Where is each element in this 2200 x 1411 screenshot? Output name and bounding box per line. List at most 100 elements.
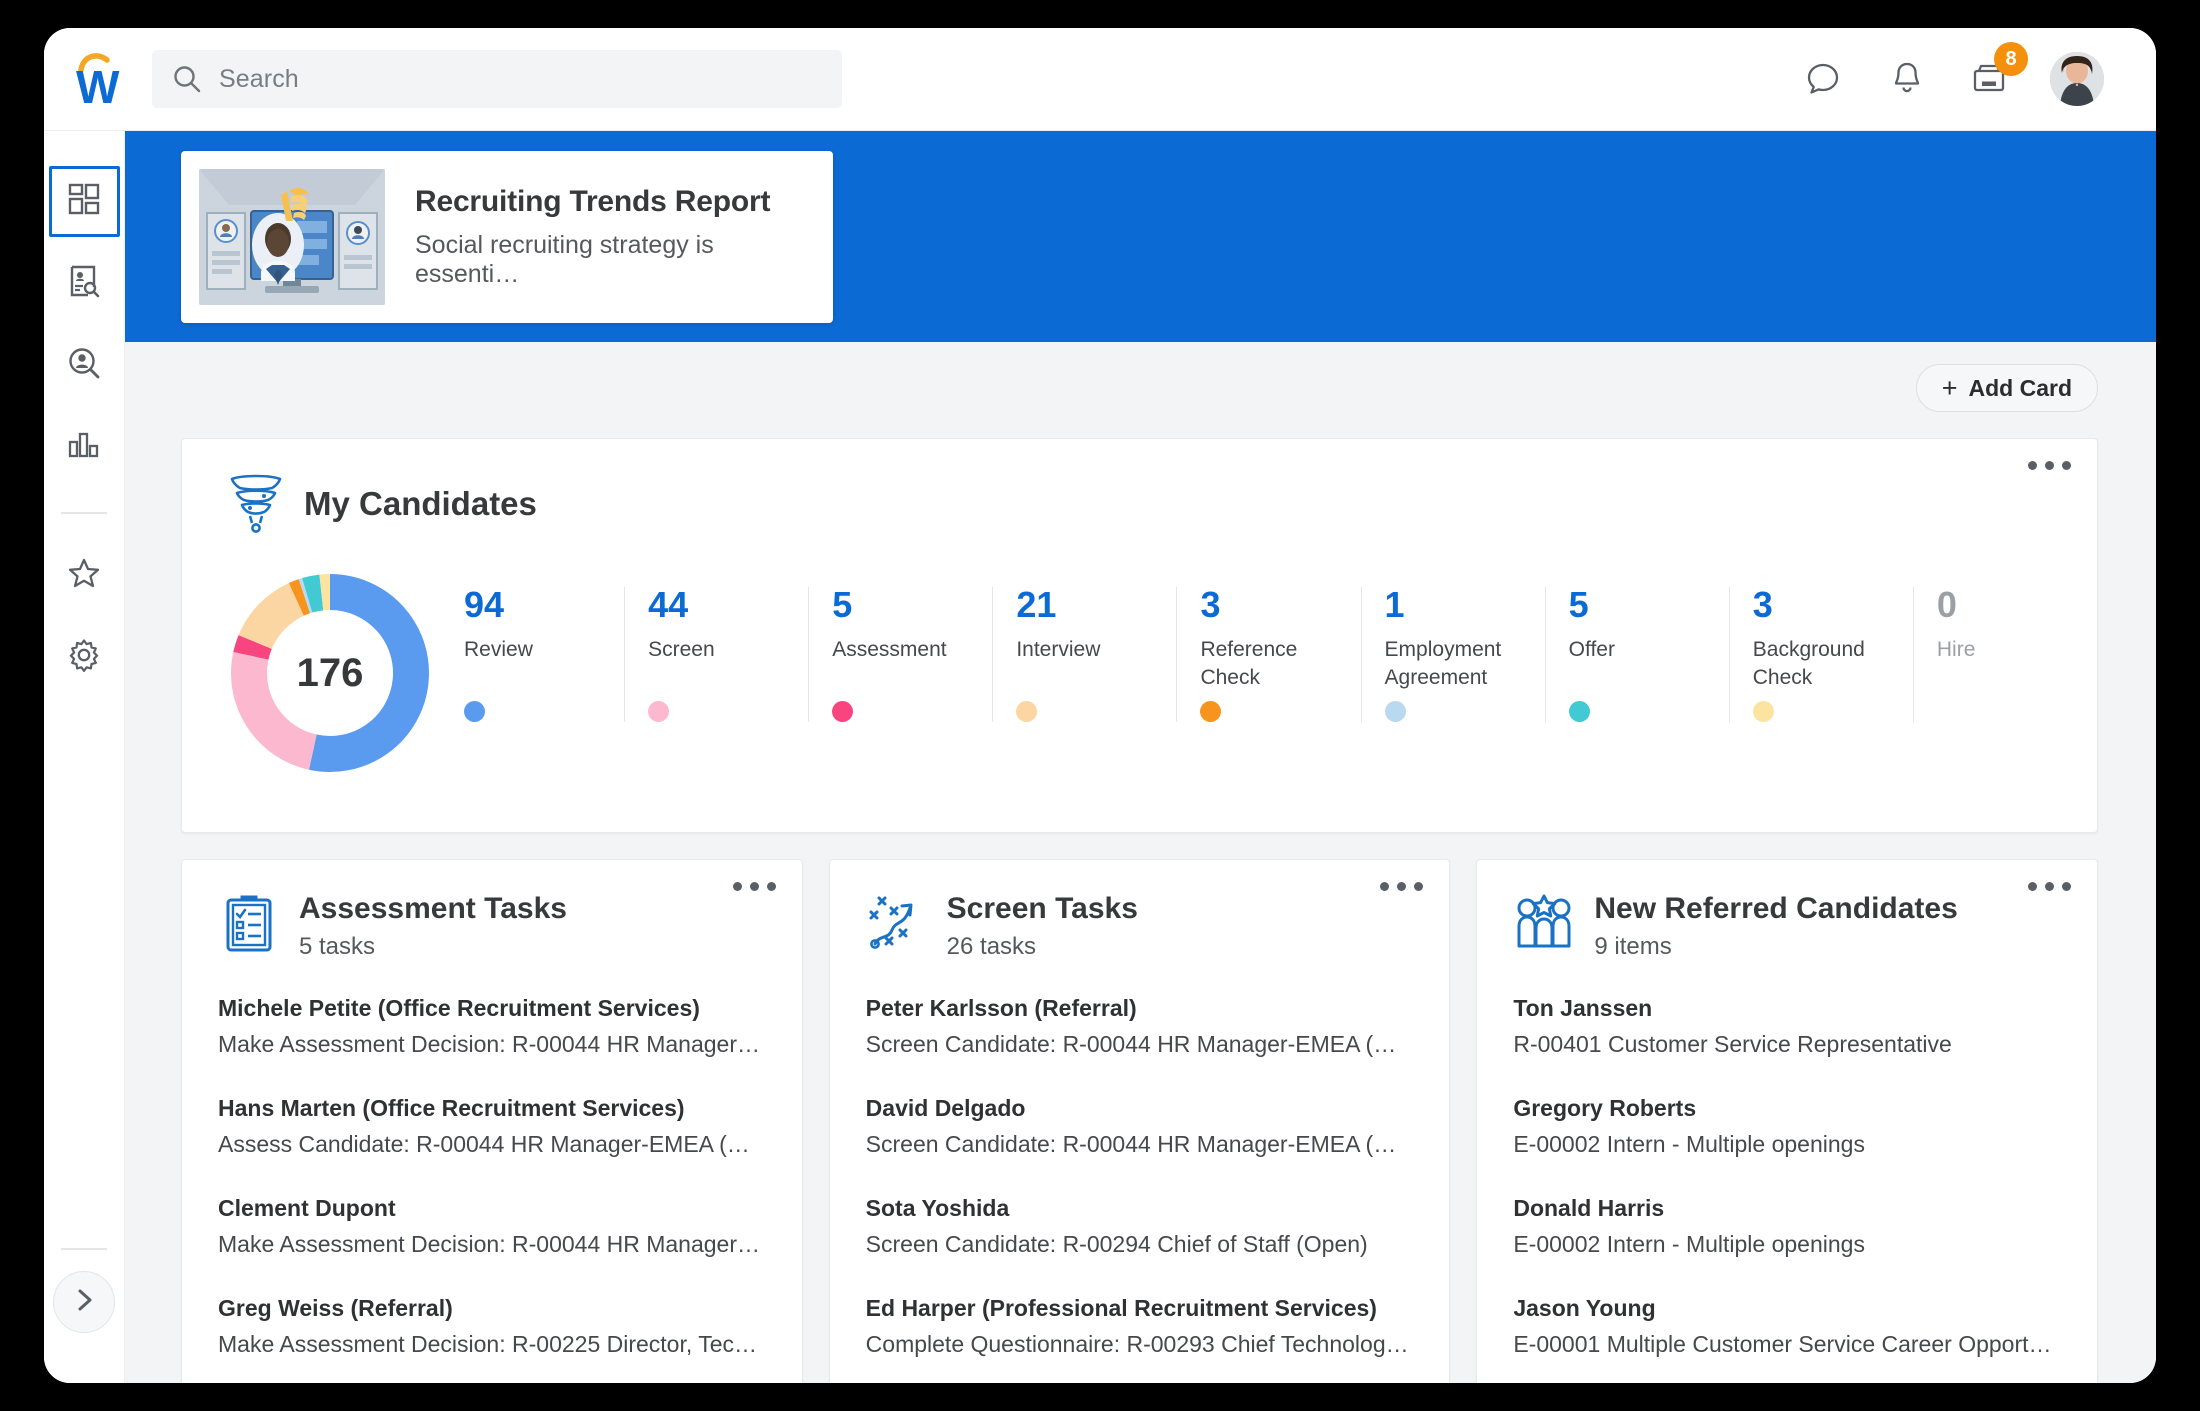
- card-title-block: New Referred Candidates9 items: [1594, 892, 1957, 961]
- chat-icon[interactable]: [1804, 58, 1846, 100]
- plus-icon: +: [1942, 375, 1958, 402]
- sidebar-item-settings[interactable]: [49, 622, 120, 693]
- my-candidates-menu-button[interactable]: [2028, 461, 2071, 470]
- stage-color-dot: [1200, 701, 1221, 722]
- hero-banner: Recruiting Trends Report Social recruiti…: [125, 131, 2156, 342]
- list-item-name: Sota Yoshida: [866, 1195, 1414, 1222]
- stage-stat-reference-check[interactable]: 3Reference Check: [1176, 587, 1360, 722]
- stage-stat-offer[interactable]: 5 Offer: [1545, 587, 1729, 722]
- inbox-icon[interactable]: 8: [1968, 58, 2010, 100]
- stage-label: Review: [464, 636, 612, 664]
- stage-label: Offer: [1569, 636, 1717, 664]
- list-item-description: Assess Candidate: R-00044 HR Manager-EME…: [218, 1131, 766, 1158]
- stage-color-dot: [1016, 701, 1037, 722]
- list-item-name: Greg Weiss (Referral): [218, 1295, 766, 1322]
- recruiting-video-thumbnail[interactable]: [199, 169, 385, 305]
- card-list: Peter Karlsson (Referral) Screen Candidat…: [866, 995, 1414, 1383]
- card-list: Michele Petite (Office Recruitment Servi…: [218, 995, 766, 1383]
- stage-count: 5: [832, 587, 980, 623]
- strategy-playbook-icon: [866, 892, 928, 954]
- list-item-name: Peter Karlsson (Referral): [866, 995, 1414, 1022]
- add-card-row: + Add Card: [125, 342, 2156, 412]
- stage-stat-employment-agreement[interactable]: 1Employment Agreement: [1361, 587, 1545, 722]
- bar-chart-icon: [67, 428, 101, 467]
- list-item-name: Ed Harper (Professional Recruitment Serv…: [866, 1295, 1414, 1322]
- card-menu-button[interactable]: [2028, 882, 2071, 891]
- stage-stat-review[interactable]: 94Review: [464, 587, 624, 722]
- star-icon: [67, 556, 101, 595]
- card-menu-button[interactable]: [1380, 882, 1423, 891]
- stage-label: Hire: [1937, 636, 2085, 664]
- expand-sidebar-button[interactable]: [53, 1271, 115, 1333]
- referral-people-icon: [1513, 892, 1575, 954]
- card-item-count: 5 tasks: [299, 933, 567, 961]
- avatar[interactable]: [2050, 52, 2104, 106]
- add-card-label: Add Card: [1969, 375, 2073, 402]
- list-item[interactable]: Ed Harper (Professional Recruitment Serv…: [866, 1295, 1414, 1358]
- list-item[interactable]: Michele Petite (Office Recruitment Servi…: [218, 995, 766, 1058]
- dashboard-card-new-referred-candidates: New Referred Candidates9 items Ton Jansse…: [1476, 859, 2098, 1383]
- list-item-description: Make Assessment Decision: R-00044 HR Man…: [218, 1231, 766, 1258]
- workday-logo-icon[interactable]: W: [44, 50, 152, 108]
- search-input[interactable]: Search: [152, 50, 842, 108]
- candidates-donut-chart[interactable]: 176: [230, 573, 430, 773]
- hero-subtitle: Social recruiting strategy is essenti…: [415, 231, 815, 289]
- list-item[interactable]: Ton JanssenR-00401 Customer Service Repr…: [1513, 995, 2061, 1058]
- list-item-description: Screen Candidate: R-00044 HR Manager-EME…: [866, 1131, 1414, 1158]
- list-item[interactable]: Peter Karlsson (Referral) Screen Candidat…: [866, 995, 1414, 1058]
- card-title-block: Screen Tasks26 tasks: [947, 892, 1138, 961]
- stage-count: 1: [1385, 587, 1533, 623]
- stage-count: 44: [648, 587, 796, 623]
- app-window: W Search: [44, 28, 2156, 1383]
- sidebar-item-find-candidates[interactable]: [49, 330, 120, 401]
- dashboard-cards-row: Assessment Tasks5 tasksMichele Petite (O…: [181, 859, 2098, 1383]
- card-menu-button[interactable]: [733, 882, 776, 891]
- list-item-description: Make Assessment Decision: R-00225 Direct…: [218, 1331, 766, 1358]
- dashboard-card-screen-tasks: Screen Tasks26 tasks Peter Karlsson (Refe…: [829, 859, 1451, 1383]
- sidebar-item-reports[interactable]: [49, 412, 120, 483]
- stage-stat-assessment[interactable]: 5 Assessment: [808, 587, 992, 722]
- dashboard-card-assessment-tasks: Assessment Tasks5 tasksMichele Petite (O…: [181, 859, 803, 1383]
- my-candidates-body: 176 94Review44Screen 5 Assessment 21Intervi…: [182, 535, 2097, 773]
- stage-count: 5: [1569, 587, 1717, 623]
- list-item[interactable]: David DelgadoScreen Candidate: R-00044 H…: [866, 1095, 1414, 1158]
- stage-count: 21: [1016, 587, 1164, 623]
- stage-color-dot: [1385, 701, 1406, 722]
- list-item[interactable]: Clement DupontMake Assessment Decision: …: [218, 1195, 766, 1258]
- list-item[interactable]: Donald HarrisE-00002 Intern - Multiple o…: [1513, 1195, 2061, 1258]
- funnel-icon: [228, 473, 284, 535]
- bell-icon[interactable]: [1886, 58, 1928, 100]
- stage-count: 0: [1937, 587, 2085, 623]
- list-item-description: E-00002 Intern - Multiple openings: [1513, 1131, 2061, 1158]
- card-header: Screen Tasks26 tasks: [866, 892, 1414, 961]
- hero-card[interactable]: Recruiting Trends Report Social recruiti…: [181, 151, 833, 323]
- sidebar-item-favorites[interactable]: [49, 540, 120, 611]
- stage-stat-screen[interactable]: 44Screen: [624, 587, 808, 722]
- add-card-button[interactable]: + Add Card: [1916, 364, 2098, 412]
- person-search-icon: [67, 346, 101, 385]
- chevron-right-icon: [71, 1287, 97, 1318]
- list-item[interactable]: Hans Marten (Office Recruitment Services…: [218, 1095, 766, 1158]
- sidebar-divider: [61, 512, 107, 514]
- stage-color-dot: [464, 701, 485, 722]
- stage-stat-hire[interactable]: 0 Hire: [1913, 587, 2097, 722]
- list-item-description: Screen Candidate: R-00044 HR Manager-EME…: [866, 1031, 1414, 1058]
- sidebar-item-menu-grid[interactable]: [49, 166, 120, 237]
- search-placeholder: Search: [219, 65, 299, 94]
- list-item-description: Make Assessment Decision: R-00044 HR Man…: [218, 1031, 766, 1058]
- list-item-description: Screen Candidate: R-00294 Chief of Staff…: [866, 1231, 1414, 1258]
- stage-color-dot: [1753, 701, 1774, 722]
- list-item[interactable]: Greg Weiss (Referral) Make Assessment Dec…: [218, 1295, 766, 1358]
- hero-text: Recruiting Trends Report Social recruiti…: [415, 185, 815, 289]
- stage-stat-interview[interactable]: 21Interview: [992, 587, 1176, 722]
- list-item-description: E-00002 Intern - Multiple openings: [1513, 1231, 2061, 1258]
- sidebar-item-job-requisitions[interactable]: [49, 248, 120, 319]
- top-bar: W Search: [44, 28, 2156, 131]
- stage-label: Assessment: [832, 636, 980, 664]
- list-item[interactable]: Gregory RobertsE-00002 Intern - Multiple…: [1513, 1095, 2061, 1158]
- list-item[interactable]: Jason YoungE-00001 Multiple Customer Ser…: [1513, 1295, 2061, 1358]
- card-item-count: 26 tasks: [947, 933, 1138, 961]
- card-list: Ton JanssenR-00401 Customer Service Repr…: [1513, 995, 2061, 1383]
- stage-stat-background-check[interactable]: 3Background Check: [1729, 587, 1913, 722]
- list-item[interactable]: Sota Yoshida Screen Candidate: R-00294 Ch…: [866, 1195, 1414, 1258]
